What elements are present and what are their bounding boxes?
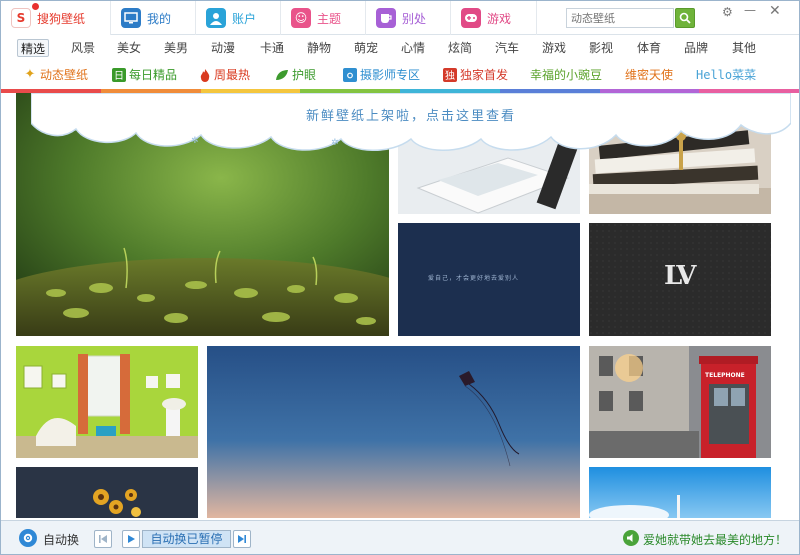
- feature-bar: ✦ 动态壁纸 日 每日精品 周最热 护眼 摄影师专区 独 独家首发 幸福的小豌豆: [1, 63, 799, 85]
- tab-sogou-wallpaper[interactable]: S 搜狗壁纸: [1, 1, 111, 35]
- notification-dot: [32, 3, 39, 10]
- feature-photographer-zone[interactable]: 摄影师专区: [343, 66, 420, 83]
- search-button[interactable]: [675, 8, 695, 28]
- feature-exclusive-premiere[interactable]: 独 独家首发: [443, 66, 508, 83]
- category-bar: 精选 风景 美女 美男 动漫 卡通 静物 萌宠 心情 炫简 汽车 游戏 影视 体…: [1, 37, 799, 59]
- next-button[interactable]: [233, 530, 251, 548]
- close-icon[interactable]: ✕: [769, 3, 781, 19]
- category-item[interactable]: 汽车: [492, 39, 522, 57]
- settings-icon[interactable]: ⚙: [722, 5, 733, 19]
- blue-sky-wallpaper[interactable]: [589, 467, 771, 518]
- svg-text:✲: ✲: [191, 136, 199, 146]
- feature-weekly-hot[interactable]: 周最热: [199, 66, 250, 83]
- category-item[interactable]: 影视: [586, 39, 616, 57]
- leaf-icon: [276, 69, 288, 80]
- fire-icon: [200, 68, 210, 82]
- tab-mine[interactable]: 我的: [111, 1, 196, 35]
- theme-icon: ☺: [291, 8, 311, 28]
- dark-blue-quote-wallpaper[interactable]: 爱自己，才会更好地去爱别人: [398, 223, 580, 336]
- cloud-banner-text[interactable]: 新鲜壁纸上架啦，点击这里查看: [291, 105, 531, 124]
- green-room-wallpaper[interactable]: [16, 346, 198, 458]
- lv-logo-wallpaper[interactable]: LV: [589, 223, 771, 336]
- tab-label: 游戏: [487, 11, 512, 26]
- category-item[interactable]: 炫简: [445, 39, 475, 57]
- promo-slogan-link[interactable]: 爱她就带她去最美的地方！: [643, 531, 787, 548]
- monitor-icon: [121, 8, 141, 28]
- tab-theme[interactable]: ☺ 主题: [281, 1, 366, 35]
- speaker-icon: [623, 530, 639, 546]
- wallpaper-grid: 爱自己，才会更好地去爱别人 LV TELEPHONE: [1, 93, 799, 518]
- top-nav: S 搜狗壁纸 我的 账户 ☺ 主题 别处 游戏 动态壁纸 ⚙ — ✕: [1, 1, 799, 35]
- gamepad-icon: [461, 8, 481, 28]
- category-item[interactable]: 萌宠: [351, 39, 381, 57]
- new-wallpapers-cloud-banner[interactable]: ✲ ✲: [31, 93, 791, 155]
- feature-vs-angels[interactable]: 维密天使: [625, 66, 673, 83]
- category-item[interactable]: 其他: [729, 39, 759, 57]
- category-item[interactable]: 美男: [161, 39, 191, 57]
- category-item[interactable]: 风景: [68, 39, 98, 57]
- svg-text:✲: ✲: [331, 138, 339, 148]
- tab-label: 主题: [317, 11, 342, 26]
- camera-icon: [343, 67, 357, 82]
- category-item[interactable]: 品牌: [681, 39, 711, 57]
- previous-icon: [99, 535, 107, 543]
- feature-hello-caicai[interactable]: Hello菜菜: [696, 66, 756, 83]
- sogou-logo-icon: S: [11, 8, 31, 28]
- tab-label: 搜狗壁纸: [37, 11, 86, 26]
- category-item[interactable]: 心情: [398, 39, 428, 57]
- category-item[interactable]: 美女: [114, 39, 144, 57]
- auto-switch-icon[interactable]: [19, 529, 37, 547]
- feature-daily-picks[interactable]: 日 每日精品: [112, 66, 177, 83]
- category-featured[interactable]: 精选: [17, 39, 50, 57]
- auto-switch-status[interactable]: 自动换已暂停: [142, 530, 231, 548]
- sparkle-icon: ✦: [24, 67, 36, 82]
- category-item[interactable]: 卡通: [257, 39, 287, 57]
- lv-logo-text: LV: [664, 261, 696, 291]
- play-button[interactable]: [122, 530, 140, 548]
- category-item[interactable]: 游戏: [539, 39, 569, 57]
- category-item[interactable]: 动漫: [208, 39, 238, 57]
- wallpaper-app-window: S 搜狗壁纸 我的 账户 ☺ 主题 别处 游戏 动态壁纸 ⚙ — ✕ 精选 风景…: [0, 0, 800, 555]
- feature-xiaowandou[interactable]: 幸福的小豌豆: [530, 66, 602, 83]
- phonebox-sign-text: TELEPHONE: [705, 372, 745, 379]
- category-item[interactable]: 静物: [304, 39, 334, 57]
- calendar-icon: 日: [112, 67, 126, 82]
- search-input[interactable]: [566, 8, 674, 28]
- bottom-toolbar: 自动换 自动换已暂停 爱她就带她去最美的地方！: [1, 520, 799, 554]
- tab-elsewhere[interactable]: 别处: [366, 1, 451, 35]
- tab-games[interactable]: 游戏: [451, 1, 537, 35]
- auto-switch-label[interactable]: 自动换: [43, 531, 79, 548]
- kite-sky-wallpaper[interactable]: [207, 346, 580, 518]
- sunflower-dark-wallpaper[interactable]: [16, 467, 198, 518]
- next-icon: [238, 535, 246, 543]
- previous-button[interactable]: [94, 530, 112, 548]
- minimize-icon[interactable]: —: [744, 3, 756, 17]
- tab-label: 我的: [147, 11, 172, 26]
- tab-label: 账户: [232, 11, 257, 26]
- play-icon: [128, 535, 135, 543]
- cup-icon: [376, 8, 396, 28]
- category-item[interactable]: 体育: [634, 39, 664, 57]
- feature-eye-care[interactable]: 护眼: [275, 66, 316, 83]
- user-icon: [206, 8, 226, 28]
- tab-account[interactable]: 账户: [196, 1, 281, 35]
- london-phonebox-wallpaper[interactable]: TELEPHONE: [589, 346, 771, 458]
- tab-label: 别处: [402, 11, 427, 26]
- exclusive-icon: 独: [443, 67, 457, 82]
- feature-dynamic-wallpaper[interactable]: ✦ 动态壁纸: [23, 66, 88, 83]
- quote-caption: 爱自己，才会更好地去爱别人: [428, 275, 520, 282]
- search-icon: [679, 12, 691, 24]
